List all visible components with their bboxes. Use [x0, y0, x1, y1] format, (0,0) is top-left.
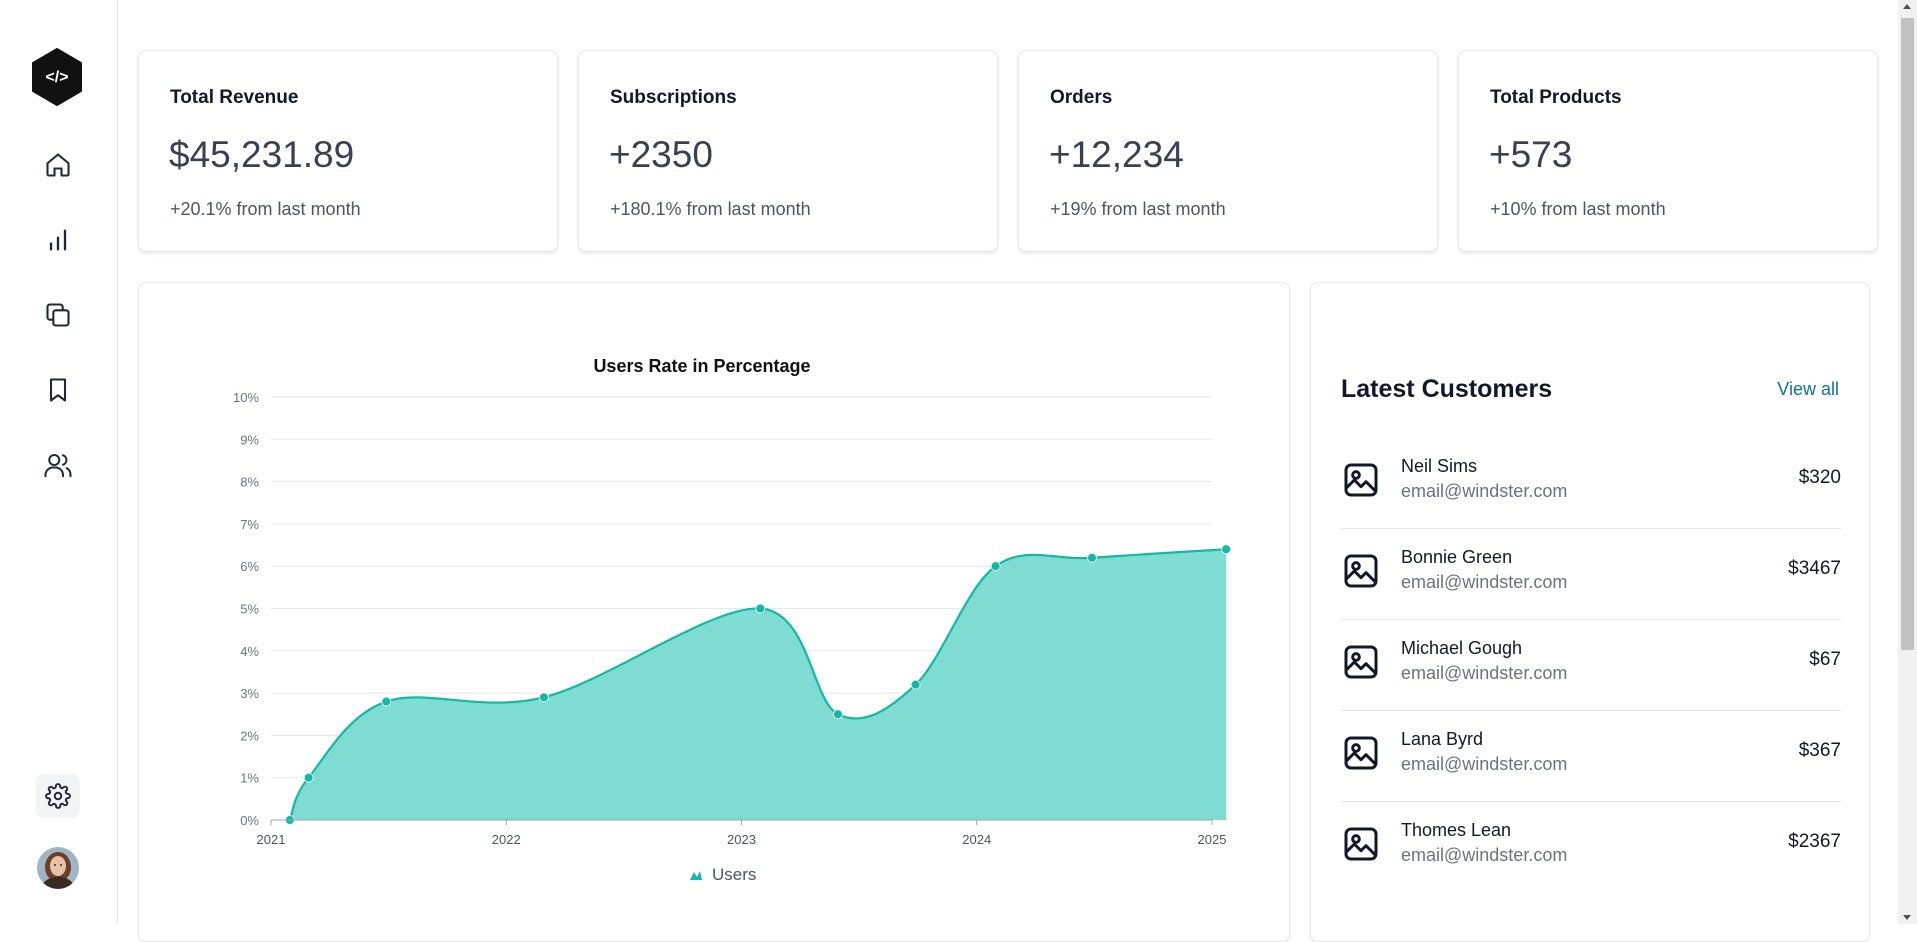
y-tick-label: 3% [240, 686, 259, 701]
latest-customers-card: Latest Customers View all Neil Sims email… [1310, 282, 1870, 942]
stat-value: +573 [1489, 134, 1573, 175]
users-icon[interactable] [39, 446, 77, 484]
chart-legend[interactable]: Users [690, 865, 756, 884]
image-placeholder-icon [1341, 824, 1381, 864]
y-tick-label: 7% [240, 517, 259, 532]
gear-icon[interactable] [36, 774, 80, 818]
customer-email: email@windster.com [1401, 481, 1568, 501]
stat-change: +10% from last month [1490, 199, 1666, 219]
view-all-link[interactable]: View all [1777, 379, 1839, 400]
x-tick-label: 2024 [962, 832, 991, 847]
customer-amount: $320 [1798, 467, 1841, 488]
x-tick-label: 2021 [257, 832, 286, 847]
svg-text:</>: </> [45, 69, 68, 86]
stat-card-products: Total Products +573 +10% from last month [1458, 50, 1878, 252]
image-placeholder-icon [1341, 733, 1381, 773]
legend-icon [690, 871, 702, 880]
stat-card-orders: Orders +12,234 +19% from last month [1018, 50, 1438, 252]
bookmark-icon[interactable] [39, 371, 77, 409]
stat-change: +180.1% from last month [610, 199, 811, 219]
stat-card-revenue: Total Revenue $45,231.89 +20.1% from las… [138, 50, 558, 252]
stat-value: +12,234 [1049, 134, 1184, 175]
customer-email: email@windster.com [1401, 663, 1568, 683]
users-data-point[interactable] [381, 696, 392, 707]
customer-name: Bonnie Green [1401, 547, 1513, 567]
users-data-point[interactable] [1087, 552, 1097, 563]
users-data-point[interactable] [303, 772, 314, 783]
users-data-point[interactable] [910, 679, 921, 690]
page-scrollbar[interactable] [1898, 0, 1917, 924]
y-tick-label: 1% [240, 771, 259, 786]
y-tick-label: 9% [240, 432, 259, 447]
stat-title: Total Products [1490, 87, 1622, 108]
customer-row[interactable]: Neil Sims email@windster.com $320 [1341, 438, 1841, 529]
scroll-down-arrow-icon[interactable] [1903, 915, 1911, 920]
stat-value: +2350 [609, 134, 713, 175]
y-tick-label: 0% [240, 813, 259, 828]
home-icon[interactable] [39, 146, 77, 184]
stat-card-subscriptions: Subscriptions +2350 +180.1% from last mo… [578, 50, 998, 252]
customer-row[interactable]: Bonnie Green email@windster.com $3467 [1341, 529, 1841, 620]
user-avatar[interactable] [37, 847, 79, 889]
x-tick-label: 2022 [492, 832, 521, 847]
users-data-point[interactable] [990, 561, 1001, 572]
customer-email: email@windster.com [1401, 845, 1568, 865]
customer-row[interactable]: Thomes Lean email@windster.com $2367 [1341, 802, 1841, 893]
users-data-point[interactable] [538, 692, 549, 703]
users-data-point[interactable] [755, 603, 766, 614]
y-tick-label: 5% [240, 602, 259, 617]
stat-title: Subscriptions [610, 87, 737, 108]
scroll-thumb[interactable] [1901, 18, 1914, 650]
scroll-up-arrow-icon[interactable] [1903, 4, 1911, 9]
stat-change: +20.1% from last month [170, 199, 361, 219]
customer-name: Thomes Lean [1401, 820, 1512, 840]
users-area-fill [289, 549, 1227, 820]
customer-name: Neil Sims [1401, 456, 1478, 476]
users-rate-chart-card: Users Rate in Percentage 0% 1% 2% 3% 4% 5% 6% 7… [138, 282, 1290, 942]
customer-amount: $367 [1798, 740, 1841, 761]
image-placeholder-icon [1341, 460, 1381, 500]
customer-name: Michael Gough [1401, 638, 1523, 658]
customer-amount: $3467 [1788, 558, 1841, 579]
y-tick-label: 2% [240, 728, 259, 743]
image-placeholder-icon [1341, 551, 1381, 591]
users-data-point[interactable] [833, 709, 843, 720]
customer-amount: $2367 [1788, 831, 1841, 852]
chart-title: Users Rate in Percentage [593, 356, 810, 376]
image-placeholder-icon [1341, 642, 1381, 682]
x-tick-label: 2023 [727, 832, 756, 847]
y-tick-label: 6% [240, 559, 259, 574]
code-brackets-icon[interactable]: </> [31, 48, 83, 106]
y-tick-label: 4% [240, 644, 259, 659]
users-rate-chart: Users Rate in Percentage 0% 1% 2% 3% 4% 5% 6% 7… [233, 356, 1232, 884]
x-tick-label: 2025 [1198, 832, 1227, 847]
stat-value: $45,231.89 [169, 134, 355, 175]
sidebar: </> [0, 0, 118, 924]
customer-email: email@windster.com [1401, 572, 1568, 592]
copy-icon[interactable] [39, 296, 77, 334]
y-tick-label: 10% [233, 390, 259, 405]
customer-name: Lana Byrd [1401, 729, 1484, 749]
customer-amount: $67 [1809, 649, 1841, 670]
y-tick-label: 8% [240, 475, 259, 490]
users-data-point[interactable] [1221, 544, 1232, 555]
stat-title: Orders [1050, 87, 1113, 108]
customer-email: email@windster.com [1401, 754, 1568, 774]
legend-label-users: Users [712, 865, 756, 884]
stat-title: Total Revenue [170, 87, 299, 108]
customer-row[interactable]: Lana Byrd email@windster.com $367 [1341, 711, 1841, 802]
bar-chart-icon[interactable] [39, 221, 77, 259]
main-content: Total Revenue $45,231.89 +20.1% from las… [118, 0, 1898, 942]
latest-customers-title: Latest Customers [1341, 375, 1553, 403]
customer-row[interactable]: Michael Gough email@windster.com $67 [1341, 620, 1841, 711]
stat-change: +19% from last month [1050, 199, 1226, 219]
